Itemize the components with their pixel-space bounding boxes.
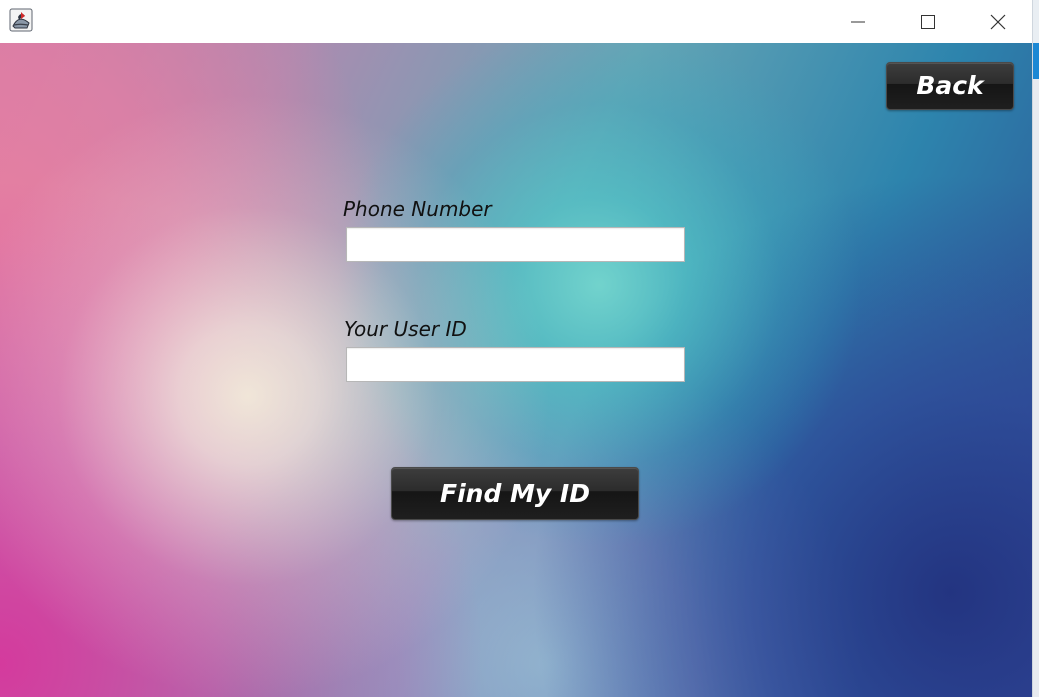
window-controls [823, 0, 1032, 43]
user-id-label: Your User ID [344, 317, 467, 341]
close-button[interactable] [963, 0, 1032, 43]
phone-number-label: Phone Number [343, 197, 492, 221]
back-button[interactable]: Back [886, 62, 1014, 110]
find-my-id-button[interactable]: Find My ID [391, 467, 639, 520]
phone-number-input[interactable] [346, 227, 685, 262]
maximize-icon [921, 14, 935, 29]
maximize-button[interactable] [893, 0, 963, 43]
background-window-strip [1033, 43, 1039, 697]
window-title-bar [0, 0, 1032, 44]
application-window: Back Phone Number Your User ID Find My I… [0, 0, 1033, 697]
close-icon [990, 14, 1006, 29]
java-app-icon [9, 8, 33, 32]
minimize-button[interactable] [823, 0, 893, 43]
minimize-icon [851, 21, 865, 22]
user-id-input[interactable] [346, 347, 685, 382]
